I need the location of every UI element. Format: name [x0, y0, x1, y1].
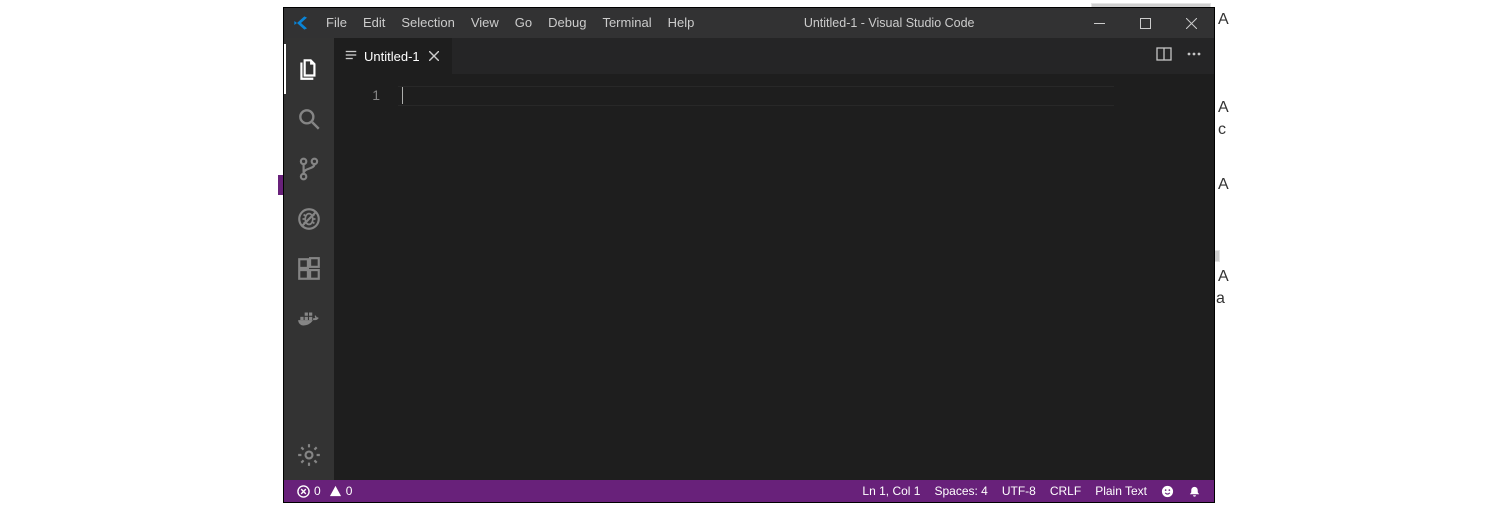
line-number: 1	[334, 87, 380, 103]
menu-help[interactable]: Help	[660, 8, 703, 38]
tab-close-button[interactable]	[426, 48, 442, 64]
files-icon	[296, 56, 322, 82]
text-cursor	[402, 87, 403, 104]
no-bug-icon	[296, 206, 322, 232]
menu-view[interactable]: View	[463, 8, 507, 38]
extensions-icon	[296, 256, 322, 282]
menu-edit[interactable]: Edit	[355, 8, 393, 38]
status-bar: 0 0 Ln 1, Col 1 Spaces: 4 UTF-8 CRLF Pla…	[284, 480, 1214, 502]
title-bar[interactable]: File Edit Selection View Go Debug Termin…	[284, 8, 1214, 38]
status-notifications[interactable]	[1183, 480, 1206, 502]
menu-selection[interactable]: Selection	[393, 8, 462, 38]
status-eol[interactable]: CRLF	[1045, 480, 1086, 502]
main-area: Untitled-1 1	[284, 38, 1214, 480]
status-feedback[interactable]	[1156, 480, 1179, 502]
activity-extensions[interactable]	[284, 244, 334, 294]
docker-icon	[296, 306, 322, 332]
window-title: Untitled-1 - Visual Studio Code	[702, 16, 1076, 30]
split-editor-button[interactable]	[1156, 46, 1172, 67]
error-count: 0	[314, 484, 321, 498]
menu-bar: File Edit Selection View Go Debug Termin…	[318, 8, 702, 38]
bg-fragment: A	[1218, 176, 1229, 194]
current-line-highlight	[398, 86, 1114, 106]
close-button[interactable]	[1168, 8, 1214, 38]
activity-docker[interactable]	[284, 294, 334, 344]
menu-terminal[interactable]: Terminal	[594, 8, 659, 38]
bell-icon	[1188, 485, 1201, 498]
activity-search[interactable]	[284, 94, 334, 144]
git-branch-icon	[296, 156, 322, 182]
tab-untitled-1[interactable]: Untitled-1	[334, 38, 453, 74]
vscode-window: File Edit Selection View Go Debug Termin…	[284, 8, 1214, 502]
window-controls	[1076, 8, 1214, 38]
code-content[interactable]	[398, 74, 1214, 480]
gear-icon	[296, 442, 322, 468]
activity-settings[interactable]	[284, 430, 334, 480]
tab-label: Untitled-1	[364, 49, 420, 64]
bg-fragment: A	[1218, 99, 1229, 117]
bg-fragment: A	[1218, 268, 1229, 286]
warning-icon	[329, 485, 342, 498]
menu-file[interactable]: File	[318, 8, 355, 38]
warning-count: 0	[346, 484, 353, 498]
vscode-logo-icon	[284, 15, 318, 31]
activity-debug[interactable]	[284, 194, 334, 244]
split-editor-icon	[1156, 46, 1172, 62]
editor-group: Untitled-1 1	[334, 38, 1214, 480]
maximize-button[interactable]	[1122, 8, 1168, 38]
bg-fragment: A	[1218, 11, 1229, 29]
bg-fragment: a	[1216, 290, 1225, 308]
status-cursor-position[interactable]: Ln 1, Col 1	[857, 480, 925, 502]
status-encoding[interactable]: UTF-8	[997, 480, 1041, 502]
maximize-icon	[1140, 18, 1151, 29]
file-icon	[344, 48, 358, 65]
more-actions-button[interactable]	[1186, 46, 1202, 67]
text-editor[interactable]: 1	[334, 74, 1214, 480]
menu-debug[interactable]: Debug	[540, 8, 594, 38]
search-icon	[296, 106, 322, 132]
editor-actions	[1144, 38, 1214, 74]
tabs-bar: Untitled-1	[334, 38, 1214, 74]
bg-fragment: c	[1218, 121, 1226, 139]
activity-bar	[284, 38, 334, 480]
close-icon	[429, 51, 439, 61]
status-indentation[interactable]: Spaces: 4	[929, 480, 992, 502]
minimize-icon	[1094, 18, 1105, 29]
status-problems[interactable]: 0 0	[292, 480, 357, 502]
smiley-icon	[1161, 485, 1174, 498]
activity-source-control[interactable]	[284, 144, 334, 194]
activity-explorer[interactable]	[284, 44, 334, 94]
minimize-button[interactable]	[1076, 8, 1122, 38]
status-language-mode[interactable]: Plain Text	[1090, 480, 1152, 502]
error-icon	[297, 485, 310, 498]
line-number-gutter: 1	[334, 74, 398, 480]
menu-go[interactable]: Go	[507, 8, 540, 38]
ellipsis-icon	[1186, 46, 1202, 62]
close-icon	[1186, 18, 1197, 29]
